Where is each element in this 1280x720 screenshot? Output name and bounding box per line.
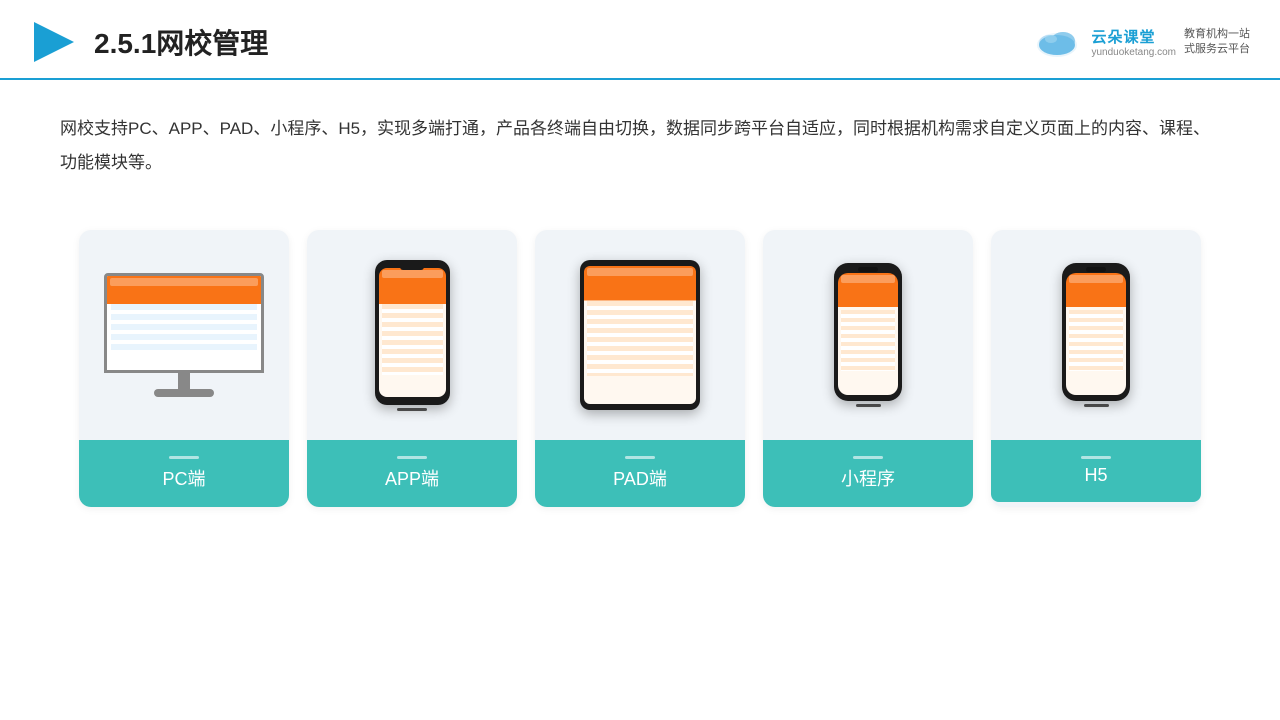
description-paragraph: 网校支持PC、APP、PAD、小程序、H5，实现多端打通，产品各终端自由切换，数… [60, 112, 1220, 180]
app-phone-icon [375, 260, 450, 411]
card-pc-image [79, 230, 289, 440]
cards-container: PC端 APP端 [0, 210, 1280, 527]
description-text: 网校支持PC、APP、PAD、小程序、H5，实现多端打通，产品各终端自由切换，数… [0, 80, 1280, 200]
card-miniprogram: 小程序 [763, 230, 973, 507]
card-pc-label: PC端 [79, 440, 289, 507]
pad-tablet-icon [580, 260, 700, 410]
page-title: 2.5.1网校管理 [94, 22, 268, 62]
card-pc: PC端 [79, 230, 289, 507]
pc-monitor-icon [104, 273, 264, 397]
card-pad-image [535, 230, 745, 440]
logo-text-group: 云朵课堂 yunduoketang.com [1091, 26, 1176, 58]
header-left: 2.5.1网校管理 [30, 18, 268, 66]
card-app-label: APP端 [307, 440, 517, 507]
card-miniprogram-label: 小程序 [763, 440, 973, 507]
miniprogram-phone-icon [834, 263, 902, 407]
logo-url: yunduoketang.com [1091, 47, 1176, 58]
card-h5-image [991, 230, 1201, 440]
logo-name: 云朵课堂 [1091, 26, 1176, 47]
card-app: APP端 [307, 230, 517, 507]
card-pad: PAD端 [535, 230, 745, 507]
card-h5-label: H5 [991, 440, 1201, 502]
card-miniprogram-image [763, 230, 973, 440]
header: 2.5.1网校管理 云朵课堂 yunduoketang.com 教育机构一站式服… [0, 0, 1280, 80]
logo-tagline: 教育机构一站式服务云平台 [1184, 27, 1250, 58]
card-app-image [307, 230, 517, 440]
card-pad-label: PAD端 [535, 440, 745, 507]
cloud-logo-icon [1031, 23, 1083, 61]
card-h5: H5 [991, 230, 1201, 507]
logo-area: 云朵课堂 yunduoketang.com 教育机构一站式服务云平台 [1031, 23, 1250, 61]
play-icon [30, 18, 78, 66]
h5-phone-icon [1062, 263, 1130, 407]
